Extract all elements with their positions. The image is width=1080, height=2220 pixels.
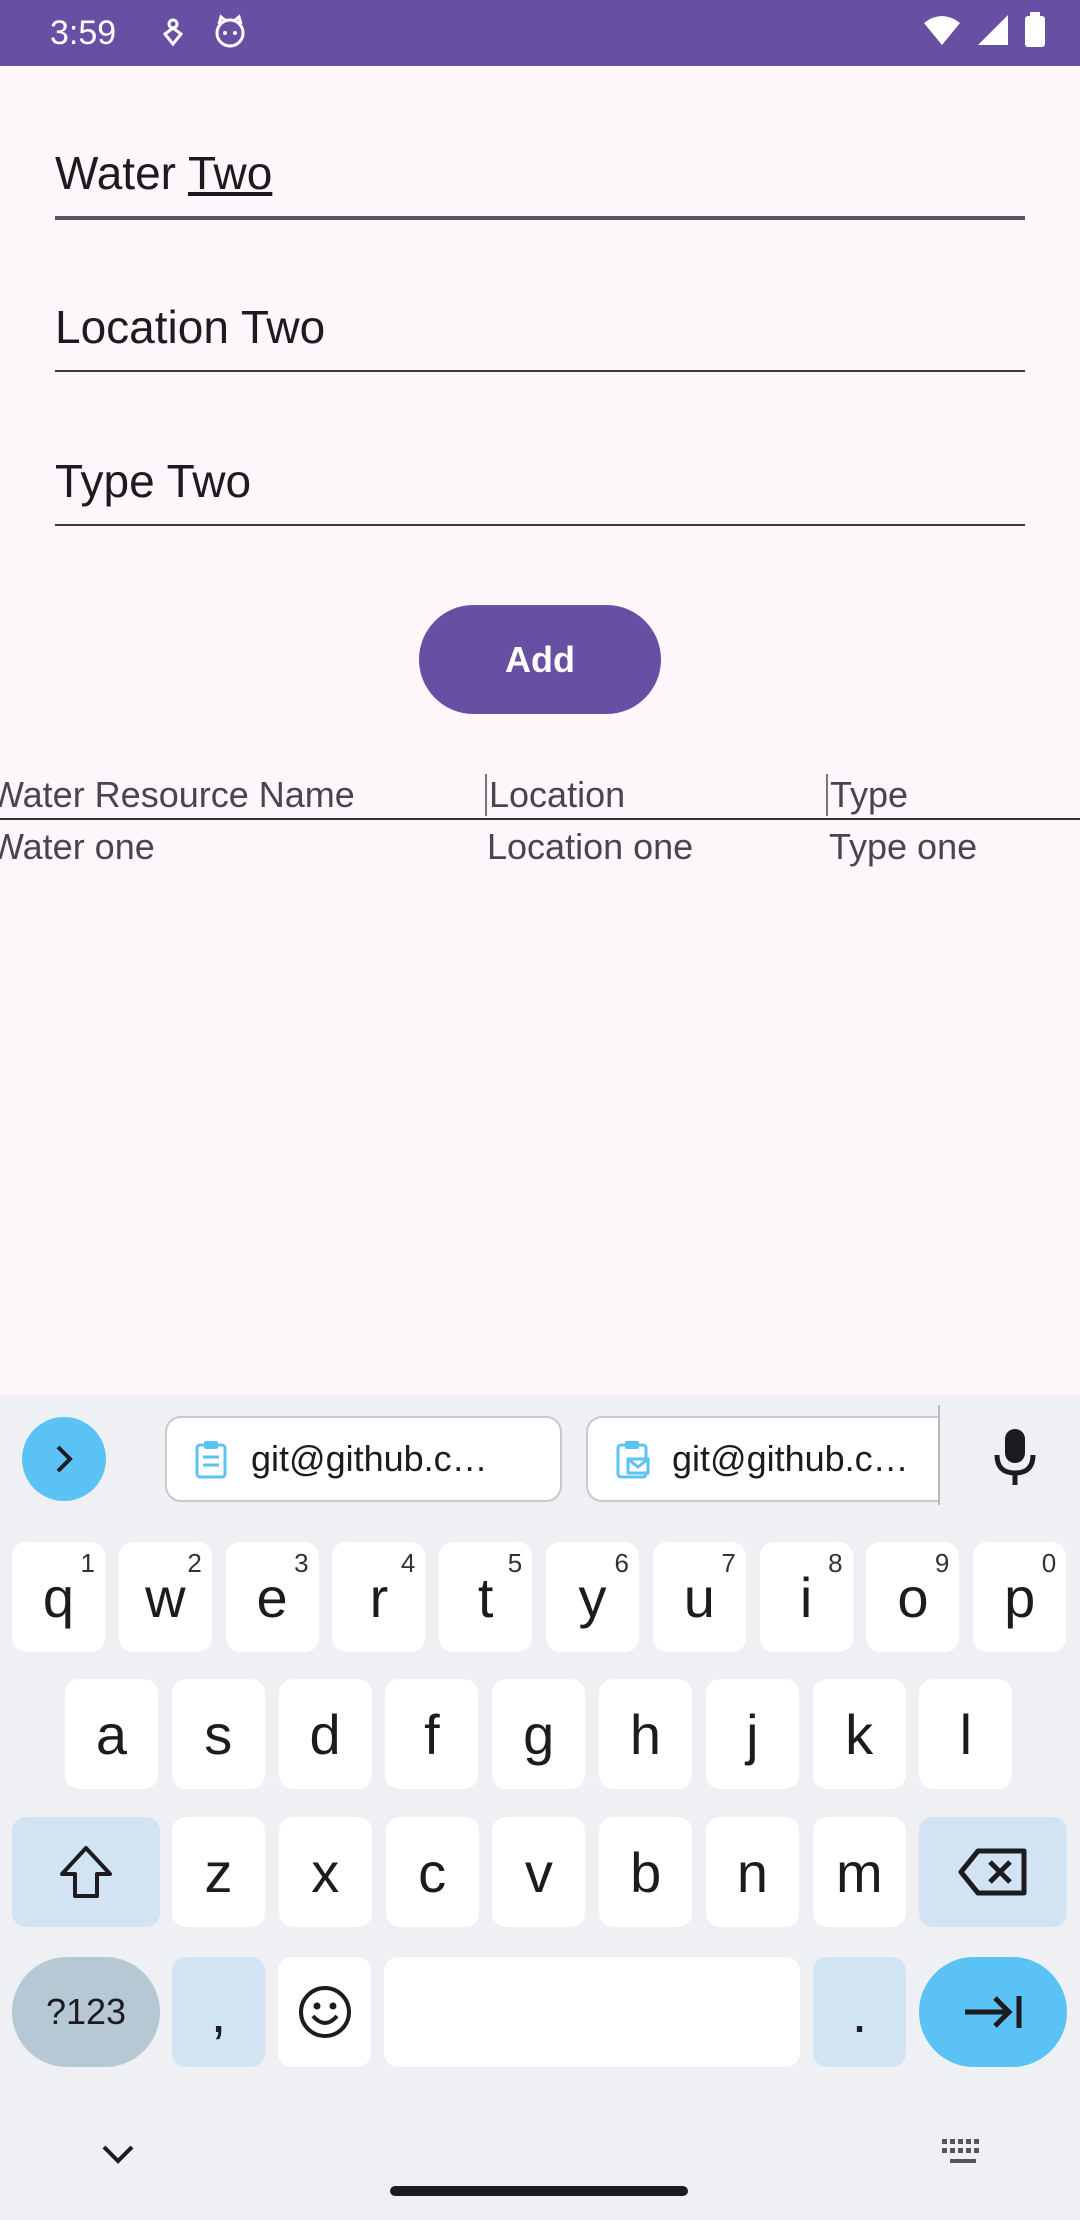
suggestion-divider xyxy=(938,1405,940,1505)
water-name-value: Water Two xyxy=(55,146,272,200)
location-value: Location Two xyxy=(55,301,326,353)
key-e-label: e xyxy=(256,1565,288,1629)
hide-keyboard-icon[interactable] xyxy=(98,2143,138,2167)
shift-icon xyxy=(60,1846,112,1898)
next-key[interactable] xyxy=(919,1957,1067,2067)
key-w[interactable]: w2 xyxy=(118,1542,212,1652)
key-t-number-hint: 5 xyxy=(507,1548,523,1578)
key-e[interactable]: e3 xyxy=(225,1542,319,1652)
key-u-number-hint: 7 xyxy=(721,1548,736,1578)
key-q-number-hint: 1 xyxy=(80,1548,95,1578)
key-r-label: r xyxy=(369,1565,389,1629)
key-u[interactable]: u7 xyxy=(652,1542,746,1652)
key-u-label: u xyxy=(683,1565,715,1629)
key-q[interactable]: q1 xyxy=(12,1542,105,1652)
key-i-number-hint: 8 xyxy=(828,1548,843,1578)
header-location: Location xyxy=(485,774,625,816)
key-r-number-hint: 4 xyxy=(400,1548,416,1578)
key-o-number-hint: 9 xyxy=(934,1548,950,1578)
key-y[interactable]: y6 xyxy=(546,1542,639,1652)
key-y-number-hint: 6 xyxy=(614,1548,629,1578)
key-v[interactable]: v xyxy=(492,1817,586,1927)
key-y-label: y xyxy=(578,1565,607,1629)
water-name-field[interactable]: Water Two xyxy=(55,130,1025,220)
status-bar: 3:59 xyxy=(0,0,1080,66)
emoji-key[interactable] xyxy=(278,1957,371,2067)
key-e-number-hint: 3 xyxy=(294,1548,309,1578)
tab-next-icon xyxy=(965,1996,1022,2028)
water-name-word-2: Two xyxy=(187,147,273,199)
cat-face-icon xyxy=(215,14,245,48)
expand-toolbar-button[interactable] xyxy=(22,1417,106,1501)
table-row[interactable]: Water one Location one Type one xyxy=(0,820,1080,876)
key-i-label: i xyxy=(799,1565,813,1629)
key-a[interactable]: a xyxy=(65,1679,158,1789)
key-c[interactable]: c xyxy=(385,1817,479,1927)
suggestion-2-text: git@github.c… xyxy=(672,1438,909,1479)
key-t[interactable]: t5 xyxy=(439,1542,533,1652)
key-j[interactable]: j xyxy=(705,1679,799,1789)
key-g[interactable]: g xyxy=(492,1679,586,1789)
key-d[interactable]: d xyxy=(278,1679,372,1789)
key-m[interactable]: m xyxy=(812,1817,906,1927)
key-p[interactable]: p0 xyxy=(973,1542,1067,1652)
key-o[interactable]: o9 xyxy=(866,1542,960,1652)
clipboard-suggestion-2[interactable]: git@github.c… xyxy=(586,1416,938,1502)
key-r[interactable]: r4 xyxy=(332,1542,426,1652)
key-t-label: t xyxy=(477,1565,494,1629)
water-resource-table: Water Resource Name Location Type Water … xyxy=(0,770,1080,876)
backspace-key[interactable] xyxy=(919,1817,1067,1927)
key-l[interactable]: l xyxy=(919,1679,1013,1789)
key-w-number-hint: 2 xyxy=(187,1548,202,1578)
key-w-label: w xyxy=(145,1565,186,1629)
wifi-icon xyxy=(924,16,960,45)
cell-water-name: Water one xyxy=(0,826,155,867)
battery-icon xyxy=(1025,12,1045,47)
status-time: 3:59 xyxy=(50,14,117,52)
key-x[interactable]: x xyxy=(278,1817,372,1927)
location-field[interactable]: Location Two xyxy=(55,282,1025,372)
cell-type: Type one xyxy=(829,826,978,867)
emoji-icon xyxy=(298,1986,351,2038)
header-type: Type xyxy=(826,774,908,816)
clipboard-suggestion-1[interactable]: git@github.c… xyxy=(165,1416,562,1502)
key-p-label: p xyxy=(1004,1565,1036,1629)
keyboard-switch-icon[interactable] xyxy=(940,2137,986,2169)
key-f[interactable]: f xyxy=(385,1679,479,1789)
key-p-number-hint: 0 xyxy=(1041,1548,1057,1578)
key-b[interactable]: b xyxy=(599,1817,693,1927)
key-n[interactable]: n xyxy=(706,1817,799,1927)
key-h[interactable]: h xyxy=(599,1679,692,1789)
key-s[interactable]: s xyxy=(171,1679,265,1789)
type-field[interactable]: Type Two xyxy=(55,436,1025,526)
microphone-icon[interactable] xyxy=(990,1427,1040,1487)
table-header: Water Resource Name Location Type xyxy=(0,770,1080,820)
type-value: Type Two xyxy=(55,455,252,507)
key-k[interactable]: k xyxy=(812,1679,906,1789)
suggestion-bar: git@github.c… git@github.c… xyxy=(0,1395,1080,1515)
home-indicator[interactable] xyxy=(390,2186,688,2196)
clipboard-mail-icon xyxy=(616,1441,650,1479)
header-water-resource-name: Water Resource Name xyxy=(0,774,355,815)
comma-key[interactable]: , xyxy=(172,1957,265,2067)
shift-key[interactable] xyxy=(12,1817,160,1927)
cell-location: Location one xyxy=(487,826,694,867)
key-i[interactable]: i8 xyxy=(759,1542,853,1652)
soft-keyboard: git@github.c… git@github.c… q1w2e3r4t5y6… xyxy=(0,1395,1080,2220)
suggestion-1-text: git@github.c… xyxy=(251,1438,488,1479)
water-name-word-1: Water xyxy=(55,147,176,199)
period-key[interactable]: . xyxy=(813,1957,906,2067)
clipboard-icon xyxy=(195,1441,227,1479)
space-key[interactable] xyxy=(384,1957,800,2067)
signal-icon xyxy=(978,15,1008,45)
key-o-label: o xyxy=(897,1565,929,1629)
add-button[interactable]: Add xyxy=(419,605,661,714)
chevron-right-icon xyxy=(56,1445,73,1473)
symbols-key[interactable]: ?123 xyxy=(12,1957,160,2067)
usb-debug-icon xyxy=(162,18,184,47)
backspace-icon xyxy=(958,1848,1027,1896)
key-q-label: q xyxy=(42,1565,75,1629)
key-z[interactable]: z xyxy=(172,1817,265,1927)
